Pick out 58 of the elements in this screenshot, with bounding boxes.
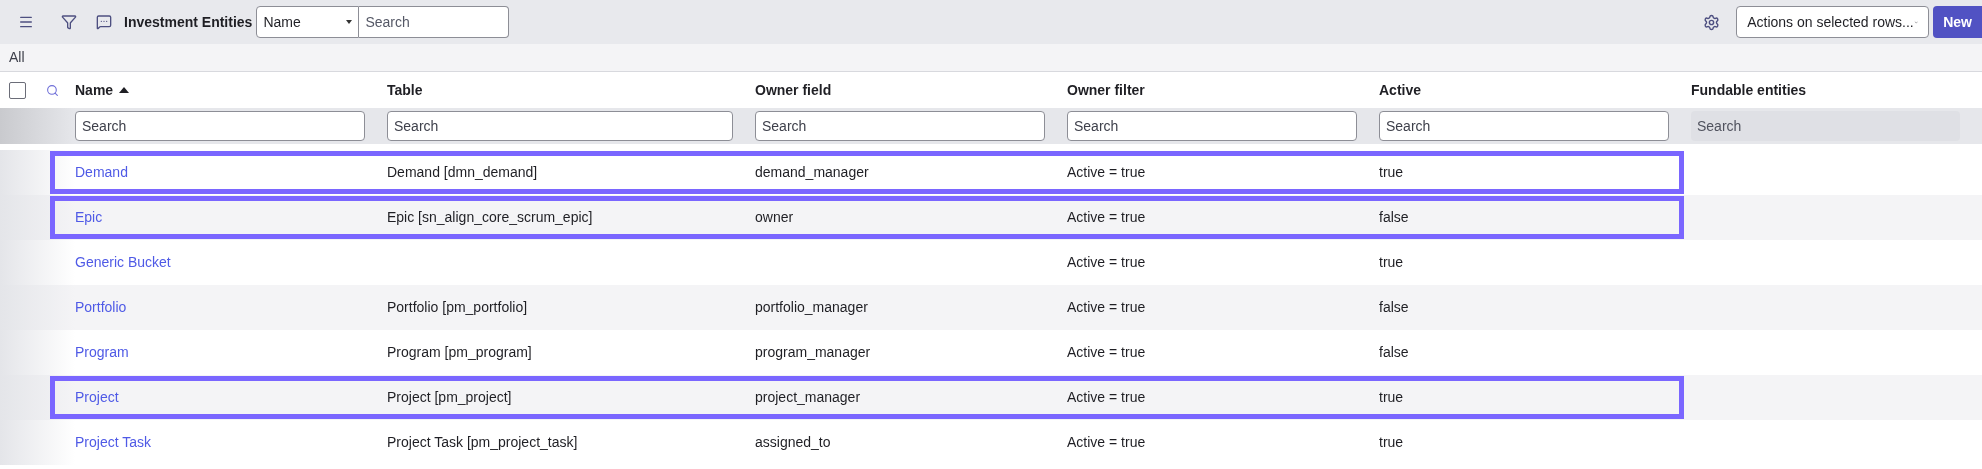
column-search-field[interactable]: Search (75, 111, 365, 141)
table-cell: program_manager (755, 344, 871, 360)
table-cell: Active = true (1067, 389, 1146, 405)
search-field[interactable]: Search (359, 6, 510, 38)
field-select[interactable]: Name (256, 6, 360, 38)
table-cell: Project Task [pm_project_task] (387, 434, 578, 450)
filter-icon[interactable] (61, 14, 77, 30)
caret-icon (346, 20, 353, 24)
column-header[interactable]: Owner filter (1067, 79, 1145, 101)
search-icon[interactable] (46, 83, 59, 97)
table-cell: Active = true (1067, 299, 1146, 315)
table-cell: portfolio_manager (755, 299, 868, 315)
table-cell: false (1379, 344, 1409, 360)
column-header[interactable]: Active (1379, 79, 1422, 101)
sort-ascending-icon (119, 87, 130, 93)
new-button[interactable]: New (1933, 6, 1982, 38)
record-link[interactable]: Project Task (75, 432, 151, 453)
table-cell: false (1379, 299, 1409, 315)
settings-icon[interactable] (1703, 13, 1721, 31)
table-cell: demand_manager (755, 164, 869, 180)
column-header[interactable]: Fundable entities (1691, 79, 1807, 101)
table-cell: true (1379, 254, 1404, 270)
record-link[interactable]: Project (75, 387, 119, 408)
table-cell: Active = true (1067, 344, 1146, 360)
table-cell: assigned_to (755, 434, 831, 450)
menu-icon[interactable] (18, 14, 34, 30)
column-header[interactable]: Table (387, 79, 423, 101)
column-search-field[interactable]: Search (387, 111, 733, 141)
table-cell: true (1379, 434, 1404, 450)
table-cell: Active = true (1067, 209, 1146, 225)
record-link[interactable]: Epic (75, 207, 103, 228)
record-link[interactable]: Portfolio (75, 297, 127, 318)
actions-select[interactable]: Actions on selected rows... (1736, 6, 1930, 38)
table-cell: owner (755, 209, 794, 225)
table-cell: true (1379, 164, 1404, 180)
column-search-field[interactable]: Search (755, 111, 1045, 141)
record-link[interactable]: Generic Bucket (75, 252, 171, 273)
table-cell: Active = true (1067, 254, 1146, 270)
table-cell: Program [pm_program] (387, 344, 532, 360)
select-all-checkbox[interactable] (9, 81, 26, 99)
column-search-field[interactable]: Search (1067, 111, 1357, 141)
record-link[interactable]: Program (75, 342, 129, 363)
column-search-field[interactable]: Search (1379, 111, 1669, 141)
table-cell: Project [pm_project] (387, 389, 512, 405)
table-cell: Demand [dmn_demand] (387, 164, 538, 180)
table-cell: Active = true (1067, 164, 1146, 180)
record-link[interactable]: Demand (75, 162, 128, 183)
table-cell: Active = true (1067, 434, 1146, 450)
list-title: Investment Entities (124, 12, 253, 32)
table-cell: false (1379, 209, 1409, 225)
table-cell: project_manager (755, 389, 861, 405)
breadcrumb[interactable]: All (9, 47, 25, 68)
table-cell: Epic [sn_align_core_scrum_epic] (387, 209, 593, 225)
table-cell: true (1379, 389, 1404, 405)
column-header[interactable]: Name (75, 79, 130, 101)
comment-icon[interactable] (96, 14, 112, 30)
table-cell: Portfolio [pm_portfolio] (387, 299, 528, 315)
column-header[interactable]: Owner field (755, 79, 832, 101)
